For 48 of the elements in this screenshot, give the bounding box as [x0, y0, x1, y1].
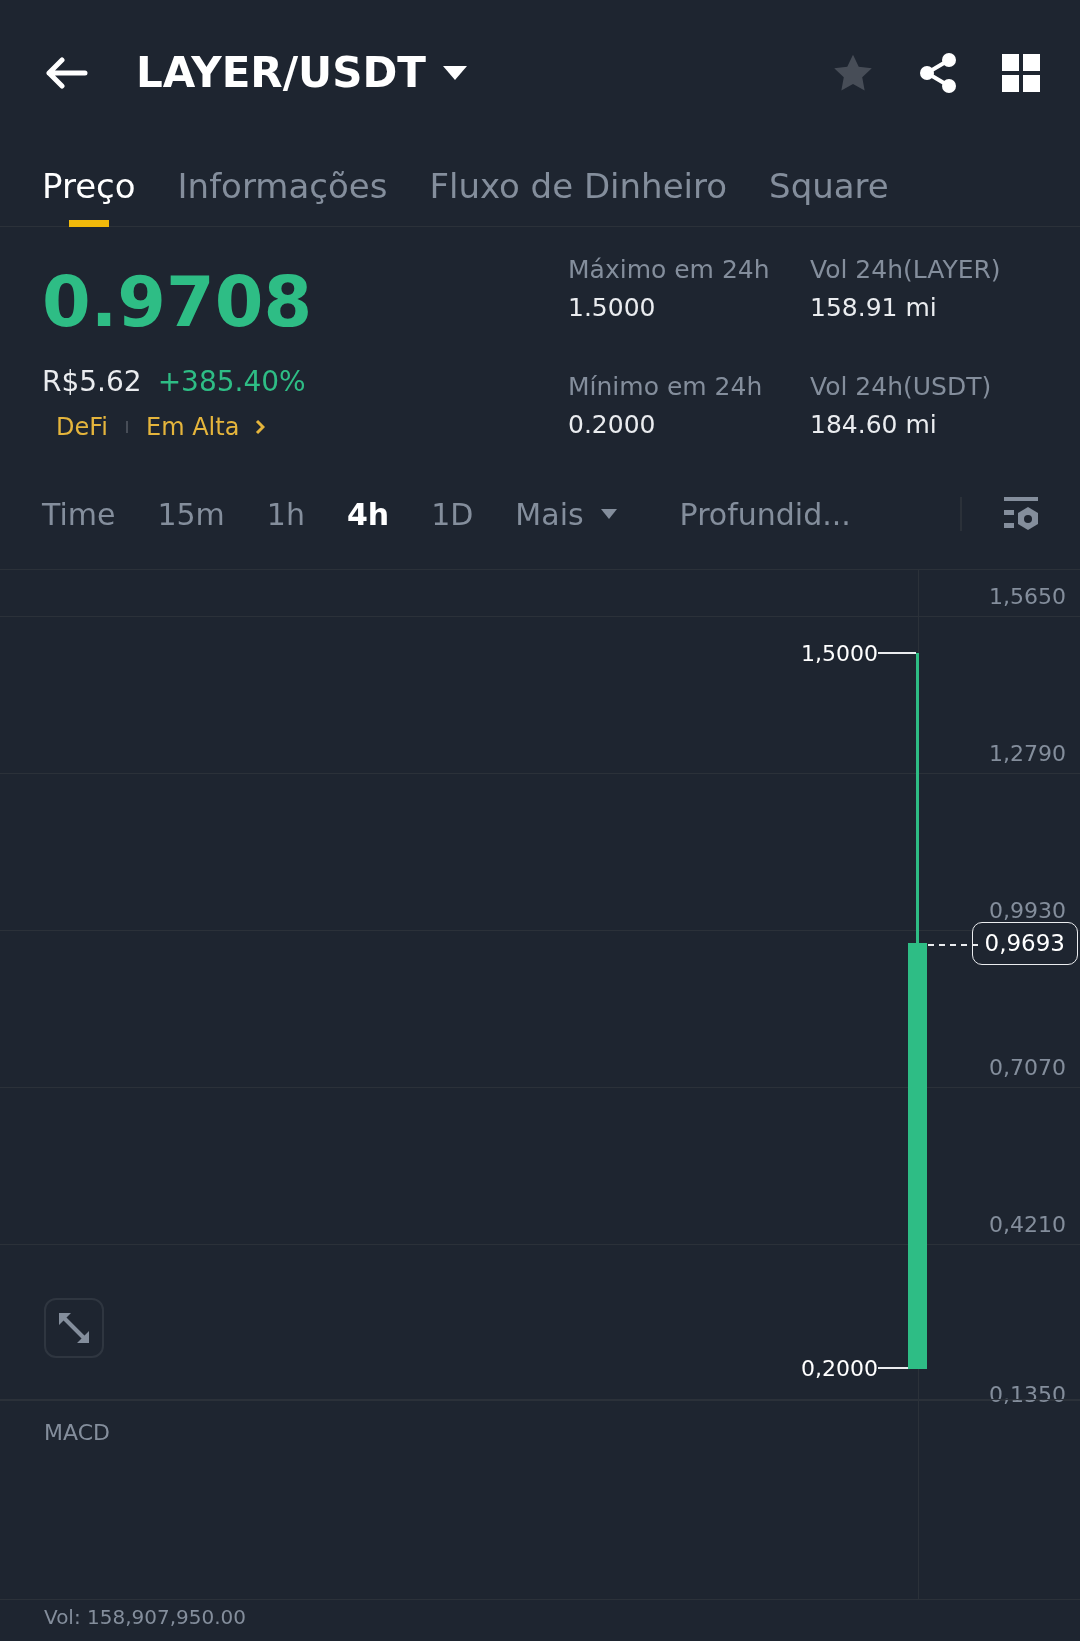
- axis-label: 0,9930: [989, 897, 1066, 925]
- axis-label: 0,1350: [989, 1381, 1066, 1409]
- fiat-price: R$5.62: [42, 364, 142, 400]
- interval-tab[interactable]: 15m: [157, 491, 225, 537]
- tab[interactable]: Square: [769, 145, 889, 227]
- expand-icon: [57, 1311, 91, 1345]
- stat-label: Vol 24h(USDT): [810, 371, 993, 403]
- stat-label: Vol 24h(LAYER): [810, 254, 1002, 286]
- price-change: +385.40%: [157, 364, 306, 400]
- back-arrow-icon[interactable]: [44, 56, 88, 89]
- high-price-label: 1,5000: [801, 640, 878, 668]
- last-price: 0.9708: [42, 267, 314, 337]
- stat-value: 0.2000: [568, 408, 657, 441]
- interval-tab[interactable]: Time: [42, 491, 116, 537]
- chart-settings-icon[interactable]: [1004, 497, 1040, 531]
- low-price-label: 0,2000: [801, 1355, 878, 1383]
- tab[interactable]: Informações: [177, 145, 388, 227]
- tab[interactable]: Preço: [42, 145, 136, 227]
- last-price-tag: 0,9693: [971, 922, 1078, 965]
- axis-label: 1,5650: [989, 583, 1066, 611]
- leader-line: [928, 944, 978, 946]
- axis-label: 1,2790: [989, 740, 1066, 768]
- stat-value: 158.91 mi: [810, 291, 938, 324]
- volume-label: Vol: 158,907,950.00: [44, 1605, 247, 1629]
- stat-value: 1.5000: [568, 291, 657, 324]
- caret-icon: [599, 508, 618, 520]
- expand-button[interactable]: [44, 1298, 104, 1358]
- leader-line: [878, 1367, 908, 1369]
- tab[interactable]: Fluxo de Dinheiro: [429, 145, 728, 227]
- axis-label: 0,7070: [989, 1054, 1066, 1082]
- stat-label: Mínimo em 24h: [568, 371, 764, 403]
- interval-tab[interactable]: Profundid...: [679, 491, 851, 537]
- axis-label: 0,4210: [989, 1211, 1066, 1239]
- leader-line: [878, 652, 916, 654]
- interval-tab[interactable]: 4h: [346, 491, 390, 537]
- pair-selector[interactable]: LAYER/USDT: [136, 41, 468, 104]
- caret-icon: [441, 63, 468, 82]
- tag-link[interactable]: Em Alta: [146, 409, 266, 445]
- tag-link[interactable]: DeFi: [56, 409, 108, 445]
- grid-icon[interactable]: [1002, 53, 1040, 92]
- interval-tab[interactable]: Mais: [515, 491, 618, 537]
- stat-label: Máximo em 24h: [568, 254, 771, 286]
- interval-tab[interactable]: 1D: [431, 491, 474, 537]
- interval-tab[interactable]: 1h: [266, 491, 305, 537]
- stat-value: 184.60 mi: [810, 408, 938, 441]
- indicator-label: MACD: [44, 1420, 110, 1445]
- chevron-icon: [255, 419, 266, 435]
- share-icon[interactable]: [918, 51, 958, 94]
